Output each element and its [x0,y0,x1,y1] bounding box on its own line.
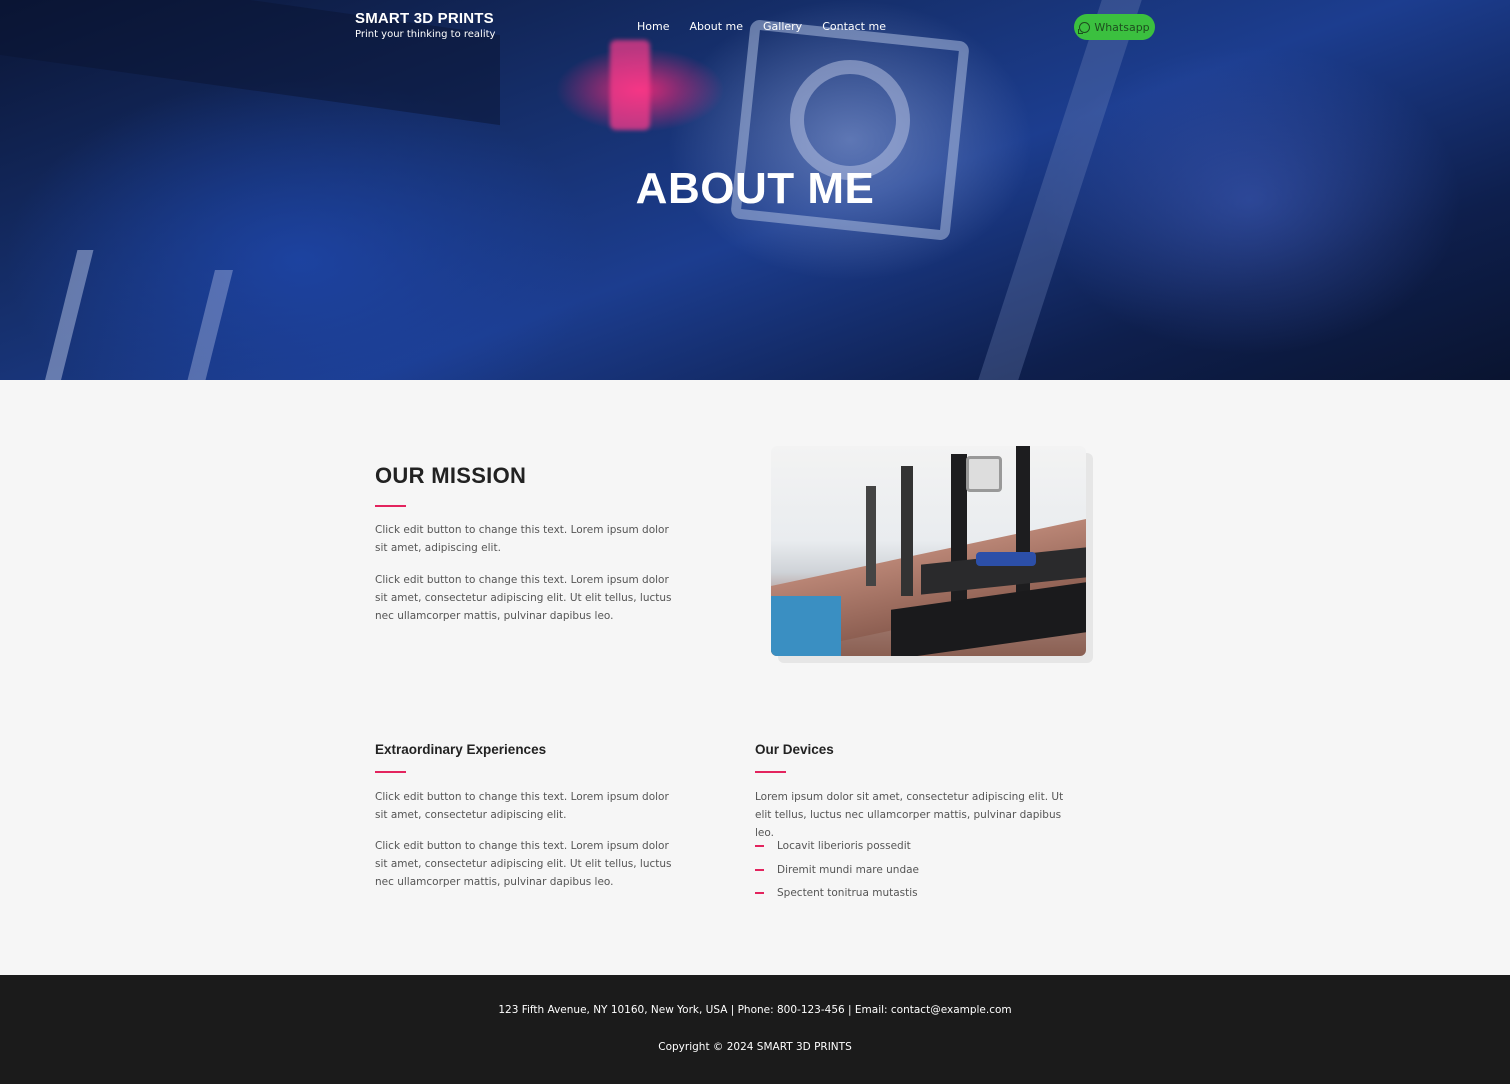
devices-heading: Our Devices [755,742,834,757]
mission-accent-line [375,505,406,507]
whatsapp-button[interactable]: Whatsapp [1074,14,1155,40]
main-nav: Home About me Gallery Contact me [627,20,896,33]
experiences-heading: Extraordinary Experiences [375,742,547,757]
dash-icon [755,845,764,847]
experiences-paragraph: Click edit button to change this text. L… [375,791,669,821]
devices-intro: Lorem ipsum dolor sit amet, consectetur … [755,791,1064,839]
nav-about-me[interactable]: About me [679,20,753,33]
hero-bg-shape [42,250,94,380]
mission-paragraph: Click edit button to change this text. L… [375,524,669,554]
whatsapp-icon [1078,21,1091,34]
devices-accent-line [755,771,786,773]
dash-icon [755,868,764,871]
mission-heading: OUR MISSION [375,463,527,488]
whatsapp-label: Whatsapp [1094,20,1150,34]
photo-part [976,552,1036,566]
list-item-label: Diremit mundi mare undae [777,863,920,876]
list-item-label: Locavit liberioris possedit [777,840,911,852]
nav-gallery[interactable]: Gallery [753,20,812,33]
brand-name[interactable]: SMART 3D PRINTS [355,10,495,27]
site-brand[interactable]: SMART 3D PRINTS Print your thinking to r… [355,10,495,40]
nav-contact-me[interactable]: Contact me [812,20,896,33]
nav-home[interactable]: Home [627,20,679,33]
list-item: Spectent tonitrua mutastis [755,884,919,908]
site-footer [0,975,1510,1084]
photo-part [901,466,913,596]
list-item-label: Spectent tonitrua mutastis [777,887,918,899]
list-item: Diremit mundi mare undae [755,861,919,885]
hero-title: ABOUT ME [635,164,875,213]
hero-bg-shape [610,40,650,130]
footer-contact: 123 Fifth Avenue, NY 10160, New York, US… [498,1004,1012,1016]
mission-paragraph: Click edit button to change this text. L… [375,574,672,622]
hero-bg-shape [185,270,233,380]
dash-icon [755,892,764,894]
printers-photo [771,446,1086,656]
footer-copyright: Copyright © 2024 SMART 3D PRINTS [658,1041,852,1053]
devices-list: Locavit liberioris possedit Diremit mund… [755,837,919,908]
photo-part [771,596,841,656]
brand-tagline: Print your thinking to reality [355,29,496,40]
experiences-paragraph: Click edit button to change this text. L… [375,840,672,888]
photo-part [866,486,876,586]
photo-part [966,456,1002,492]
hero-bg-shape [790,60,910,180]
experiences-accent-line [375,771,406,773]
list-item: Locavit liberioris possedit [755,837,919,861]
